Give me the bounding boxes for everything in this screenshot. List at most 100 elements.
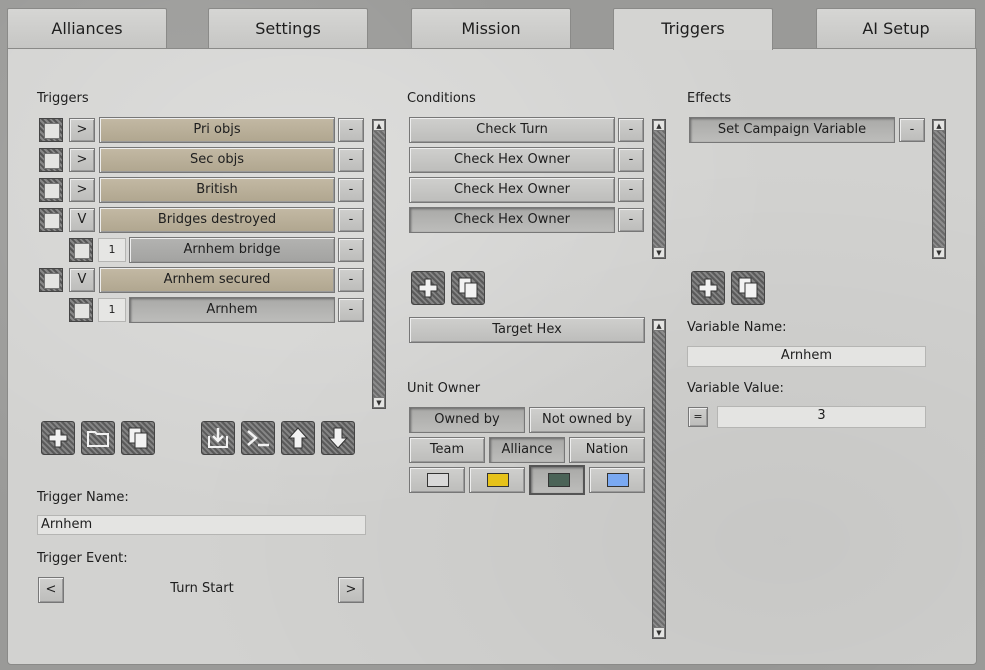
color-option-green-selected[interactable]	[529, 465, 585, 495]
trigger-name-field[interactable]: Arnhem	[37, 515, 366, 535]
copy-condition-button[interactable]	[451, 271, 485, 305]
import-trigger-button[interactable]	[201, 421, 235, 455]
remove-button[interactable]: -	[338, 178, 364, 202]
count-field: 1	[98, 238, 126, 262]
trigger-item[interactable]: Sec objs	[99, 147, 335, 173]
scroll-down-button[interactable]: ▼	[933, 247, 945, 258]
remove-button[interactable]: -	[618, 148, 644, 172]
owned-by-toggle[interactable]: Owned by	[409, 407, 525, 433]
console-icon	[247, 430, 269, 447]
expand-button[interactable]: >	[69, 178, 95, 202]
remove-button[interactable]: -	[899, 118, 925, 142]
copy-icon	[128, 427, 148, 449]
expand-button[interactable]: >	[69, 118, 95, 142]
trigger-checkbox[interactable]	[39, 208, 63, 232]
trigger-item[interactable]: Pri objs	[99, 117, 335, 143]
effects-scrollbar[interactable]: ▲ ▼	[932, 119, 946, 259]
effects-heading: Effects	[687, 91, 732, 106]
collapse-button[interactable]: V	[69, 208, 95, 232]
conditions-heading: Conditions	[407, 91, 476, 106]
trigger-checkbox[interactable]	[39, 178, 63, 202]
trigger-item-selected[interactable]: Arnhem	[129, 297, 335, 323]
variable-value-field[interactable]: 3	[717, 406, 926, 428]
trigger-checkbox[interactable]	[39, 268, 63, 292]
nation-toggle[interactable]: Nation	[569, 437, 645, 463]
add-effect-button[interactable]	[691, 271, 725, 305]
trigger-item[interactable]: Bridges destroyed	[99, 207, 335, 233]
trigger-checkbox[interactable]	[69, 298, 93, 322]
add-icon	[418, 278, 438, 298]
add-trigger-button[interactable]	[41, 421, 75, 455]
remove-button[interactable]: -	[338, 238, 364, 262]
color-swatch	[548, 473, 570, 487]
trigger-checkbox[interactable]	[69, 238, 93, 262]
trigger-item[interactable]: Arnhem secured	[99, 267, 335, 293]
add-condition-button[interactable]	[411, 271, 445, 305]
console-trigger-button[interactable]	[241, 421, 275, 455]
move-down-button[interactable]	[321, 421, 355, 455]
condition-settings-scrollbar[interactable]: ▲ ▼	[652, 319, 666, 639]
event-prev-button[interactable]: <	[38, 577, 64, 603]
trigger-event-value: Turn Start	[170, 581, 234, 596]
scroll-down-button[interactable]: ▼	[653, 247, 665, 258]
copy-trigger-button[interactable]	[121, 421, 155, 455]
remove-button[interactable]: -	[338, 208, 364, 232]
color-swatch	[487, 473, 509, 487]
tab-mission[interactable]: Mission	[411, 8, 571, 48]
condition-item[interactable]: Check Hex Owner	[409, 177, 615, 203]
trigger-checkbox[interactable]	[39, 148, 63, 172]
conditions-scrollbar[interactable]: ▲ ▼	[652, 119, 666, 259]
variable-value-label: Variable Value:	[687, 381, 784, 396]
tab-alliances[interactable]: Alliances	[7, 8, 167, 48]
arrow-up-icon	[287, 427, 309, 449]
remove-button[interactable]: -	[338, 268, 364, 292]
alliance-toggle[interactable]: Alliance	[489, 437, 565, 463]
count-field: 1	[98, 298, 126, 322]
trigger-checkbox[interactable]	[39, 118, 63, 142]
triggers-scrollbar[interactable]: ▲ ▼	[372, 119, 386, 409]
trigger-item[interactable]: Arnhem bridge	[129, 237, 335, 263]
trigger-item[interactable]: British	[99, 177, 335, 203]
condition-item[interactable]: Check Hex Owner	[409, 147, 615, 173]
trigger-name-label: Trigger Name:	[37, 490, 129, 505]
remove-button[interactable]: -	[338, 298, 364, 322]
scroll-up-button[interactable]: ▲	[653, 320, 665, 331]
target-hex-button[interactable]: Target Hex	[409, 317, 645, 343]
scroll-down-button[interactable]: ▼	[653, 627, 665, 638]
event-next-button[interactable]: >	[338, 577, 364, 603]
effect-item-selected[interactable]: Set Campaign Variable	[689, 117, 895, 143]
remove-button[interactable]: -	[618, 208, 644, 232]
team-toggle[interactable]: Team	[409, 437, 485, 463]
move-up-button[interactable]	[281, 421, 315, 455]
color-option-yellow[interactable]	[469, 467, 525, 493]
tab-triggers[interactable]: Triggers	[613, 8, 773, 50]
condition-item[interactable]: Check Turn	[409, 117, 615, 143]
expand-button[interactable]: >	[69, 148, 95, 172]
tab-settings[interactable]: Settings	[208, 8, 368, 48]
collapse-button[interactable]: V	[69, 268, 95, 292]
remove-button[interactable]: -	[338, 148, 364, 172]
variable-name-label: Variable Name:	[687, 320, 787, 335]
remove-button[interactable]: -	[618, 178, 644, 202]
import-icon	[208, 428, 228, 448]
color-swatch	[607, 473, 629, 487]
not-owned-by-toggle[interactable]: Not owned by	[529, 407, 645, 433]
copy-effect-button[interactable]	[731, 271, 765, 305]
remove-button[interactable]: -	[338, 118, 364, 142]
scroll-up-button[interactable]: ▲	[933, 120, 945, 131]
trigger-event-label: Trigger Event:	[37, 551, 128, 566]
color-swatch	[427, 473, 449, 487]
scroll-up-button[interactable]: ▲	[653, 120, 665, 131]
unit-owner-label: Unit Owner	[407, 381, 481, 396]
folder-icon	[87, 431, 109, 447]
color-option-grey[interactable]	[409, 467, 465, 493]
color-option-blue[interactable]	[589, 467, 645, 493]
scroll-down-button[interactable]: ▼	[373, 397, 385, 408]
tab-ai-setup[interactable]: AI Setup	[816, 8, 976, 48]
operator-button[interactable]: =	[688, 407, 708, 427]
scroll-up-button[interactable]: ▲	[373, 120, 385, 131]
folder-trigger-button[interactable]	[81, 421, 115, 455]
variable-name-field[interactable]: Arnhem	[687, 346, 926, 367]
remove-button[interactable]: -	[618, 118, 644, 142]
condition-item-selected[interactable]: Check Hex Owner	[409, 207, 615, 233]
